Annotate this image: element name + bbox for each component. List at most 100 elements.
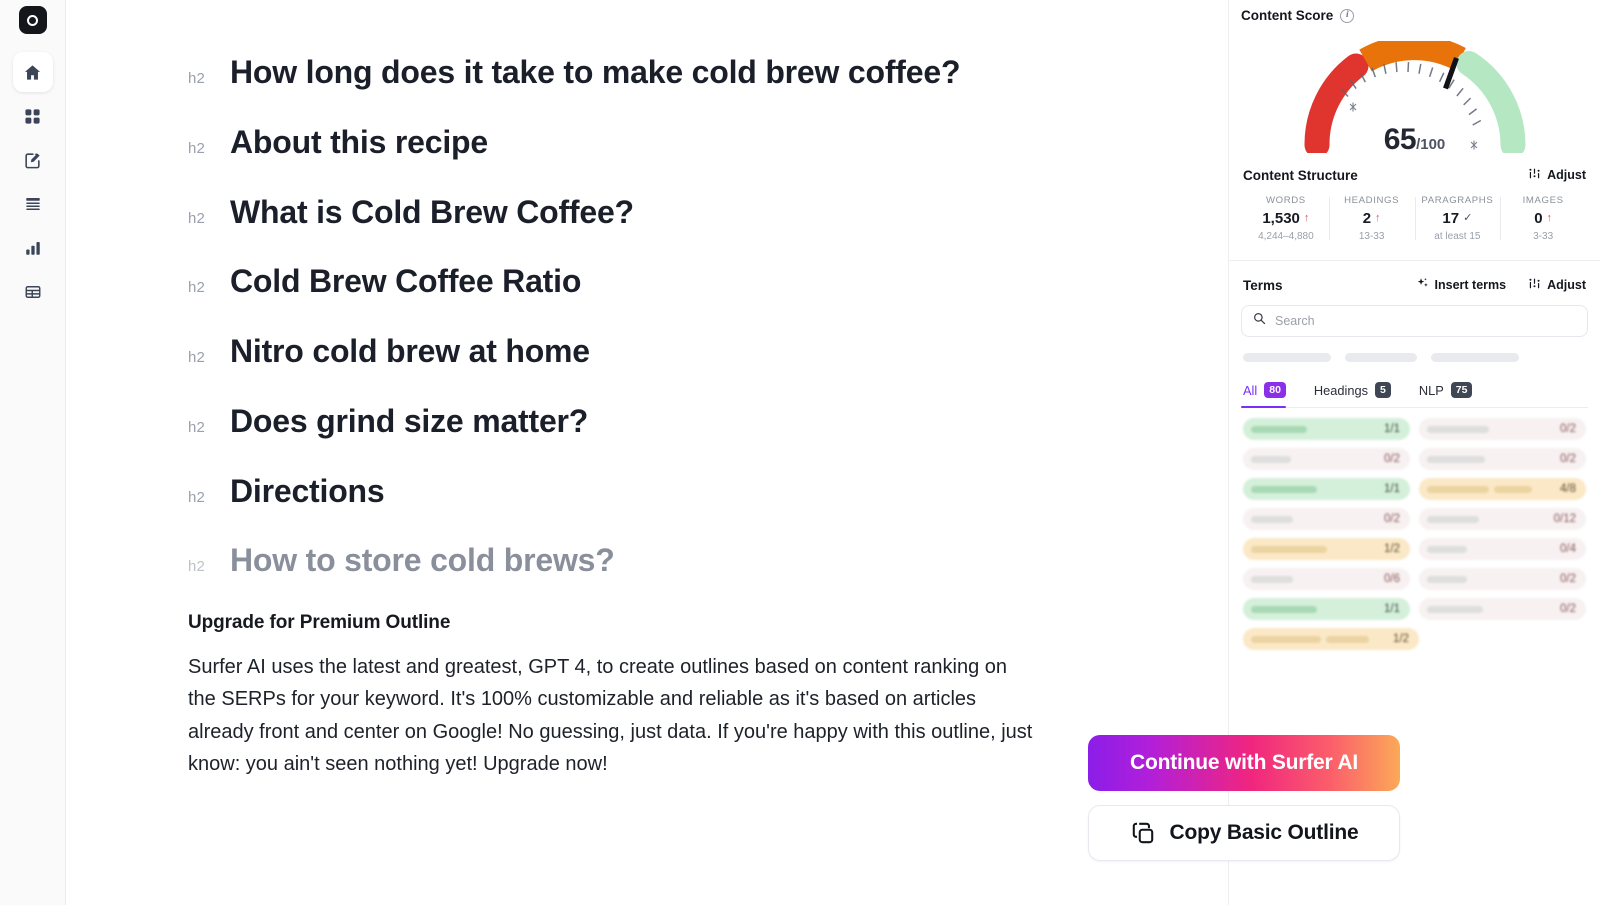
insert-terms-label: Insert terms <box>1434 278 1507 292</box>
metric-label: HEADINGS <box>1344 195 1400 206</box>
copy-basic-outline-button[interactable]: Copy Basic Outline <box>1088 805 1400 861</box>
metric-value: 0 <box>1534 210 1543 227</box>
heading-tag-label: h2 <box>188 70 206 87</box>
copy-icon <box>1130 820 1156 846</box>
term-row: 1/1 0/2 <box>1243 598 1586 620</box>
metric-up-icon: ↑ <box>1546 212 1553 224</box>
panel-content: Content Score i 65/100 Content Structure… <box>1229 0 1600 718</box>
panel-divider <box>1229 260 1600 261</box>
filter-chip[interactable] <box>1431 353 1519 362</box>
term-row: 1/1 0/2 <box>1243 418 1586 440</box>
term-name-redacted <box>1251 635 1321 643</box>
terms-list: 1/1 0/2 0/2 0/2 1/1 4/8 0/2 0/12 1/2 0/4 0/6 0/2 1/1… <box>1241 418 1588 650</box>
metric-range: at least 15 <box>1434 231 1481 242</box>
heading-text: Does grind size matter? <box>230 402 589 439</box>
tab-count-badge: 80 <box>1264 382 1286 398</box>
continue-with-surfer-ai-button[interactable]: Continue with Surfer AI <box>1088 735 1400 791</box>
terms-filter-chips <box>1241 353 1588 362</box>
term-usage-count: 1/2 <box>1384 543 1400 555</box>
term-usage-count: 0/6 <box>1384 573 1400 585</box>
term-pill[interactable]: 0/2 <box>1419 598 1586 620</box>
left-sidebar <box>0 0 66 905</box>
content-score-gauge: 65/100 <box>1241 23 1588 156</box>
score-value: 65 <box>1383 123 1417 156</box>
insert-terms-button[interactable]: Insert terms <box>1416 277 1507 293</box>
metric-up-icon: ↑ <box>1375 212 1381 224</box>
term-pill[interactable]: 1/1 <box>1243 598 1410 620</box>
terms-search-box[interactable] <box>1241 305 1588 337</box>
sidebar-item-content-editor[interactable] <box>13 140 53 180</box>
term-name-redacted <box>1427 605 1483 613</box>
heading-text: How long does it take to make cold brew … <box>230 54 961 90</box>
term-pill[interactable]: 0/2 <box>1419 568 1586 590</box>
term-usage-count: 0/2 <box>1560 453 1576 465</box>
sidebar-item-apps[interactable] <box>13 96 53 136</box>
metric-range: 13-33 <box>1358 231 1385 242</box>
term-name-redacted <box>1326 635 1369 643</box>
metric-ok-icon: ✓ <box>1463 212 1473 224</box>
metric-label: PARAGRAPHS <box>1421 195 1494 206</box>
bar-chart-icon <box>24 239 42 257</box>
search-input[interactable] <box>1275 314 1576 328</box>
metric-range: 4,244–4,880 <box>1258 231 1314 242</box>
term-pill[interactable]: 0/2 <box>1243 448 1410 470</box>
term-pill[interactable]: 0/2 <box>1243 508 1410 530</box>
heading-tag-label: h2 <box>188 418 206 436</box>
term-name-redacted <box>1427 425 1489 433</box>
term-usage-count: 1/1 <box>1384 423 1400 435</box>
heading-tag-label: h2 <box>188 558 206 576</box>
content-structure-adjust-button[interactable]: Adjust <box>1528 167 1586 183</box>
term-pill[interactable]: 0/4 <box>1419 538 1586 560</box>
tab-nlp[interactable]: NLP 75 <box>1419 382 1473 407</box>
metric-label: WORDS <box>1265 195 1306 206</box>
term-row: 0/2 0/12 <box>1243 508 1586 530</box>
sliders-icon <box>1528 277 1541 293</box>
term-usage-count: 1/2 <box>1393 633 1409 645</box>
term-name-redacted <box>1251 515 1293 523</box>
term-usage-count: 1/1 <box>1384 483 1400 495</box>
sidebar-item-outline[interactable] <box>13 184 53 224</box>
metric-value: 2 <box>1362 210 1372 227</box>
term-pill[interactable]: 1/2 <box>1243 538 1410 560</box>
term-pill[interactable]: 1/2 <box>1243 628 1419 650</box>
adjust-label: Adjust <box>1547 168 1586 182</box>
term-name-redacted <box>1427 545 1467 553</box>
sidebar-item-audit[interactable] <box>13 228 53 268</box>
content-structure-metrics: WORDS 1,530 ↑ 4,244–4,880 HEADINGS 2 ↑ 1… <box>1241 195 1588 242</box>
terms-adjust-button[interactable]: Adjust <box>1528 277 1586 293</box>
tab-count-badge: 5 <box>1375 382 1391 398</box>
term-pill[interactable]: 0/6 <box>1243 568 1410 590</box>
term-row: 1/2 0/4 <box>1243 538 1586 560</box>
heading-text: Directions <box>230 472 385 509</box>
filter-chip[interactable] <box>1345 353 1417 362</box>
tab-label: All <box>1243 382 1258 398</box>
info-icon[interactable]: i <box>1340 8 1355 23</box>
tab-all[interactable]: All 80 <box>1241 382 1286 408</box>
terms-title: Terms <box>1243 277 1283 293</box>
metric-paragraphs: PARAGRAPHS 17 ✓ at least 15 <box>1414 195 1501 242</box>
heading-text: About this recipe <box>230 123 488 160</box>
term-pill[interactable]: 4/8 <box>1419 478 1586 500</box>
score-max: /100 <box>1416 136 1446 153</box>
content-structure-header: Content Structure Adjust <box>1241 167 1588 183</box>
heading-tag-label: h2 <box>188 209 206 227</box>
sidebar-item-home[interactable] <box>12 52 53 92</box>
promo-title: Upgrade for Premium Outline <box>188 612 451 633</box>
term-pill[interactable]: 0/12 <box>1419 508 1586 530</box>
heading-text: Nitro cold brew at home <box>230 333 590 369</box>
term-row: 0/2 0/2 <box>1243 448 1586 470</box>
metric-headings: HEADINGS 2 ↑ 13-33 <box>1328 195 1415 242</box>
heading-tag-label: h2 <box>188 488 206 506</box>
term-pill[interactable]: 1/1 <box>1243 418 1410 440</box>
terms-header: Terms Insert terms Adjust <box>1241 277 1588 293</box>
term-pill[interactable]: 1/1 <box>1243 478 1410 500</box>
term-pill[interactable]: 0/2 <box>1419 418 1586 440</box>
term-pill[interactable]: 0/2 <box>1419 448 1586 470</box>
score-readout: 65/100 <box>1293 123 1537 157</box>
app-logo[interactable] <box>18 6 47 34</box>
sidebar-item-serp-table[interactable] <box>13 272 53 312</box>
filter-chip[interactable] <box>1243 353 1331 362</box>
term-name-redacted <box>1427 455 1485 463</box>
tab-headings[interactable]: Headings 5 <box>1314 382 1391 407</box>
term-name-redacted <box>1251 455 1291 463</box>
